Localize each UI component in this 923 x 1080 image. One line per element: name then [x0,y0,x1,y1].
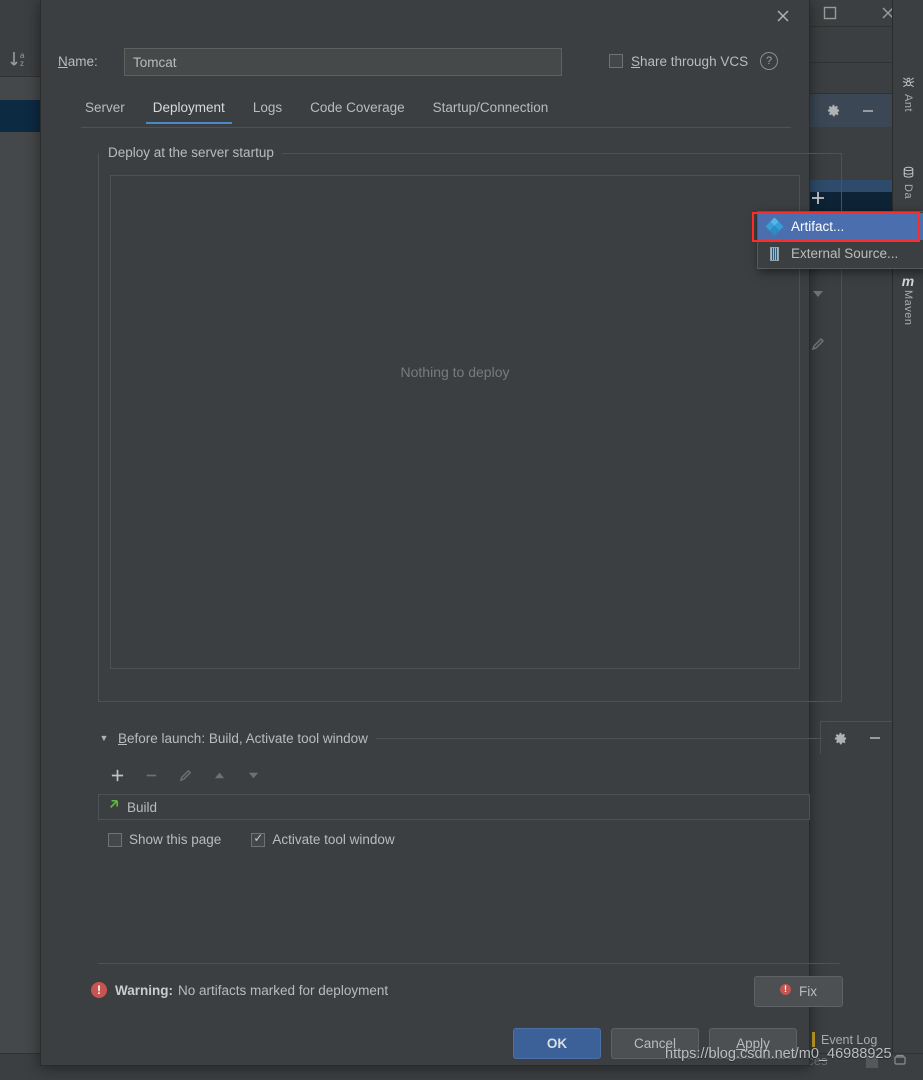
before-launch-remove-button[interactable] [140,764,162,786]
database-icon [902,166,915,182]
name-label: Name: [58,54,98,69]
external-source-glyph [769,246,779,261]
minimize-icon[interactable] [858,101,878,121]
background-selected-row [0,100,40,132]
add-deployment-popup-menu: Artifact... External Source... [757,211,923,269]
before-launch-title: Before launch: Build, Activate tool wind… [118,731,368,746]
name-label-mnemonic: N [58,54,68,69]
artifact-glyph [765,217,783,236]
sort-az-icon[interactable]: a z [8,48,30,70]
tab-server[interactable]: Server [71,96,139,124]
show-this-page-checkbox[interactable] [108,832,122,847]
before-launch-edit-button[interactable] [174,764,196,786]
background-panel-upper [808,27,893,63]
tool-window-tab-maven[interactable]: m Maven [895,274,921,326]
before-launch-move-down-button[interactable] [242,764,264,786]
event-log-button[interactable]: Event Log [812,1032,877,1047]
menu-item-external-source[interactable]: External Source... [758,240,923,267]
run-debug-configurations-dialog: Name: Share through VCS ? Server Deploym… [40,0,843,1066]
before-launch-list[interactable]: Build [98,794,810,820]
show-this-page-label: Show this page [129,832,222,847]
warning-label: Warning: [115,982,173,998]
name-row: Name: Share through VCS ? [41,48,809,80]
artifact-diamond-icon [765,217,783,236]
before-launch-add-button[interactable] [106,764,128,786]
configuration-tabs: Server Deployment Logs Code Coverage Sta… [41,96,809,127]
tab-startup-connection[interactable]: Startup/Connection [419,96,563,124]
right-tool-strip: Ant Da m Maven [892,0,923,1080]
background-config-list [0,76,41,1077]
ok-button[interactable]: OK [513,1028,601,1059]
help-icon[interactable]: ? [760,52,779,70]
tool-window-tab-ant-label: Ant [902,94,914,113]
menu-item-artifact[interactable]: Artifact... [758,213,923,240]
background-panel-middle [808,63,893,94]
deploy-list-toolbar [798,175,838,385]
tool-window-tab-ant[interactable]: Ant [895,76,921,112]
activate-tool-window-label: Activate tool window [272,832,395,847]
share-through-vcs-row[interactable]: Share through VCS ? [609,52,779,70]
activate-tool-window-row[interactable]: Activate tool window [251,831,395,847]
collapse-caret-icon[interactable]: ▼ [98,733,110,743]
deploy-group: Deploy at the server startup Nothing to … [98,145,842,702]
tab-deployment[interactable]: Deployment [139,96,239,124]
tab-separator [81,127,791,128]
name-label-rest: ame: [67,54,98,69]
name-input[interactable] [124,48,562,76]
before-launch-header[interactable]: ▼ Before launch: Build, Activate tool wi… [98,728,840,748]
watermark: https://blog.csdn.net/m0_46988925 [665,1046,892,1062]
before-launch-divider [375,737,822,739]
warning-message: No artifacts marked for deployment [178,982,389,998]
share-vcs-label-rest: hare through VCS [640,53,749,69]
background-toolwindow-header-top [808,94,893,127]
share-through-vcs-checkbox[interactable] [609,54,623,68]
bulb-exclamation: ! [780,984,791,995]
status-bar-misc-icon[interactable] [893,1053,907,1070]
deploy-list[interactable]: Nothing to deploy [110,175,800,669]
fix-button-label: Fix [799,984,817,999]
show-this-page-row[interactable]: Show this page [108,832,221,847]
before-launch-mnemonic: B [118,730,128,746]
tool-window-tab-maven-label: Maven [902,290,914,326]
build-hammer-icon [105,798,120,816]
before-launch-section: ▼ Before launch: Build, Activate tool wi… [98,728,840,847]
dialog-close-icon[interactable] [769,2,797,30]
event-log-label: Event Log [821,1032,878,1047]
edit-deployment-button[interactable] [805,331,831,357]
deploy-group-title: Deploy at the server startup [108,145,282,160]
menu-item-external-source-label: External Source... [791,246,899,261]
add-deployment-button[interactable] [805,185,831,211]
minimize-icon-2[interactable] [865,728,885,748]
external-source-icon [766,246,782,262]
menu-item-artifact-label: Artifact... [791,219,845,234]
deploy-list-empty-text: Nothing to deploy [400,364,510,380]
tool-window-tab-database-label: Da [902,184,914,200]
warning-separator [98,963,840,964]
warning-icon: ! [91,982,107,998]
move-down-button[interactable] [805,281,831,307]
before-launch-move-up-button[interactable] [208,764,230,786]
tab-code-coverage[interactable]: Code Coverage [296,96,419,124]
tab-logs[interactable]: Logs [239,96,296,124]
gear-icon[interactable] [824,101,844,121]
activate-tool-window-checkbox[interactable] [251,831,266,847]
ant-icon [902,76,915,92]
maven-m-icon: m [901,273,915,289]
svg-text:z: z [20,59,24,68]
maximize-icon[interactable] [808,0,852,26]
fix-button[interactable]: ! Fix [754,976,843,1007]
tool-window-tab-database[interactable]: Da [895,166,921,199]
before-launch-item-label: Build [127,799,158,815]
share-through-vcs-label: Share through VCS [631,54,748,69]
before-launch-toolbar [98,760,840,790]
share-vcs-mnemonic: S [631,53,641,69]
warning-row: ! Warning: No artifacts marked for deplo… [91,976,843,1007]
red-bulb-icon: ! [780,984,792,999]
before-launch-title-rest: efore launch: Build, Activate tool windo… [127,730,368,746]
before-launch-checkboxes: Show this page Activate tool window [98,831,840,847]
event-log-indicator [812,1032,815,1047]
